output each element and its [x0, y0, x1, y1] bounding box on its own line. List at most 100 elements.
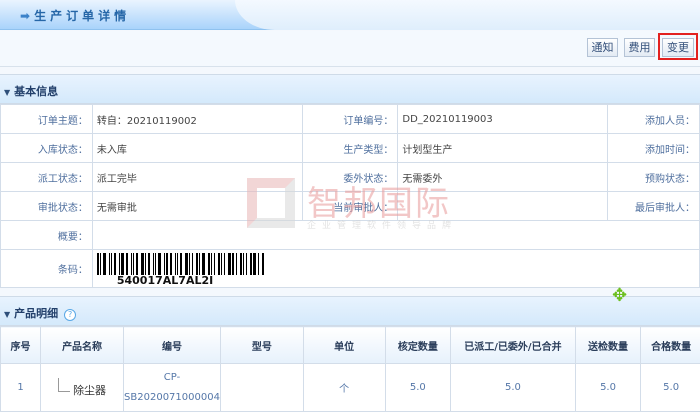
- product-detail-header[interactable]: ▼产品明细?: [0, 296, 700, 326]
- column-header: 序号: [1, 327, 41, 364]
- summary-value: [92, 221, 699, 250]
- barcode-number: 540017AL7AL2I: [117, 274, 697, 287]
- field-label: 添加人员：: [608, 105, 700, 134]
- barcode: 540017AL7AL2I: [92, 250, 699, 288]
- stock-status: 未入库: [92, 134, 302, 163]
- barcode-bar: [250, 253, 252, 275]
- field-label: 审批状态：: [1, 192, 93, 221]
- field-label: 最后审批人：: [608, 192, 700, 221]
- barcode-image: [97, 253, 697, 275]
- field-label: 订单编号：: [302, 105, 398, 134]
- barcode-bar: [114, 253, 116, 275]
- barcode-bar: [214, 253, 215, 275]
- barcode-bar: [119, 253, 120, 275]
- table-cell: 个: [303, 364, 385, 412]
- field-label: 委外状态：: [302, 163, 398, 192]
- field-label: 派工状态：: [1, 163, 93, 192]
- field-label: 预购状态：: [608, 163, 700, 192]
- order-number: DD_20210119003: [398, 105, 608, 134]
- barcode-bar: [228, 253, 231, 275]
- barcode-bar: [97, 253, 99, 275]
- barcode-bar: [243, 253, 244, 275]
- barcode-bar: [180, 253, 182, 275]
- barcode-bar: [246, 253, 247, 275]
- dispatch-status: 派工完毕: [92, 163, 302, 192]
- barcode-bar: [109, 253, 110, 275]
- order-subject: 转自：20210119002: [92, 105, 302, 134]
- table-cell: 条码： 540017AL7AL2I: [1, 250, 700, 288]
- collapse-triangle-icon: ▼: [4, 310, 10, 319]
- column-header: 产品名称: [41, 327, 124, 364]
- basic-info-header[interactable]: ▼基本信息: [0, 74, 700, 104]
- barcode-bar: [240, 253, 242, 275]
- barcode-bar: [211, 253, 212, 275]
- column-header: 已派工/已委外/已合并: [451, 327, 576, 364]
- barcode-label: 条码：: [1, 250, 93, 288]
- barcode-bar: [199, 253, 200, 275]
- barcode-bar: [121, 253, 124, 275]
- column-header: 核定数量: [385, 327, 451, 364]
- table-cell: 1: [1, 364, 41, 412]
- info-row: 派工状态：派工完毕委外状态：无需委外预购状态：: [1, 163, 700, 192]
- barcode-bar: [148, 253, 150, 275]
- column-header: 合格数量: [641, 327, 700, 364]
- barcode-bar: [232, 253, 234, 275]
- barcode-bar: [133, 253, 134, 275]
- field-label: 订单主题：: [1, 105, 93, 134]
- collapse-triangle-icon: ▼: [4, 88, 10, 97]
- field-label: 添加时间：: [608, 134, 700, 163]
- barcode-bar: [262, 253, 264, 275]
- barcode-bar: [208, 253, 210, 275]
- table-cell: 除尘器: [41, 364, 124, 412]
- table-cell: [220, 364, 303, 412]
- info-row: 订单主题：转自：20210119002订单编号：DD_20210119003添加…: [1, 105, 700, 134]
- arrow-right-icon: ➡: [20, 9, 30, 23]
- table-cell: 5.0: [641, 364, 700, 412]
- basic-info-table: 订单主题：转自：20210119002订单编号：DD_20210119003添加…: [0, 104, 700, 288]
- table-cell: 5.0: [575, 364, 641, 412]
- info-row: 入库状态：未入库生产类型：计划型生产添加时间：: [1, 134, 700, 163]
- help-icon[interactable]: ?: [64, 309, 76, 321]
- barcode-bar: [164, 253, 165, 275]
- outsource-status: 无需委外: [398, 163, 608, 192]
- barcode-bar: [189, 253, 190, 275]
- column-header: 送检数量: [575, 327, 641, 364]
- column-header: 型号: [220, 327, 303, 364]
- barcode-bar: [258, 253, 259, 275]
- product-table: 序号产品名称编号型号单位核定数量已派工/已委外/已合并送检数量合格数量 1除尘器…: [0, 326, 700, 412]
- table-cell: 概要：: [1, 221, 700, 250]
- barcode-bar: [155, 253, 156, 275]
- table-cell: 序号产品名称编号型号单位核定数量已派工/已委外/已合并送检数量合格数量: [1, 327, 700, 364]
- cost-button[interactable]: 费用: [624, 38, 655, 57]
- barcode-bar: [253, 253, 256, 275]
- title-bar: ➡生产订单详情: [0, 0, 700, 30]
- barcode-bar: [100, 253, 101, 275]
- barcode-bar: [224, 253, 225, 275]
- info-row: 审批状态：无需审批当前审批人：最后审批人：: [1, 192, 700, 221]
- barcode-bar: [218, 253, 220, 275]
- barcode-bar: [236, 253, 237, 275]
- barcode-bar: [141, 253, 144, 275]
- barcode-bar: [131, 253, 132, 275]
- barcode-bar: [126, 253, 128, 275]
- table-cell: CP-SB2020071000004: [124, 364, 221, 412]
- barcode-bar: [185, 253, 188, 275]
- barcode-bar: [202, 253, 205, 275]
- highlight-box: [658, 33, 698, 60]
- table-cell: 5.0: [451, 364, 576, 412]
- barcode-bar: [221, 253, 222, 275]
- barcode-bar: [166, 253, 168, 275]
- barcode-bar: [175, 253, 176, 275]
- barcode-bar: [111, 253, 112, 275]
- notify-button[interactable]: 通知: [587, 38, 618, 57]
- barcode-bar: [196, 253, 198, 275]
- field-label: 入库状态：: [1, 134, 93, 163]
- approval-status: 无需审批: [92, 192, 302, 221]
- barcode-bar: [153, 253, 154, 275]
- column-header: 单位: [303, 327, 385, 364]
- barcode-bar: [192, 253, 193, 275]
- barcode-bar: [103, 253, 106, 275]
- field-label: 生产类型：: [302, 134, 398, 163]
- barcode-bar: [136, 253, 138, 275]
- table-cell: 5.0: [385, 364, 451, 412]
